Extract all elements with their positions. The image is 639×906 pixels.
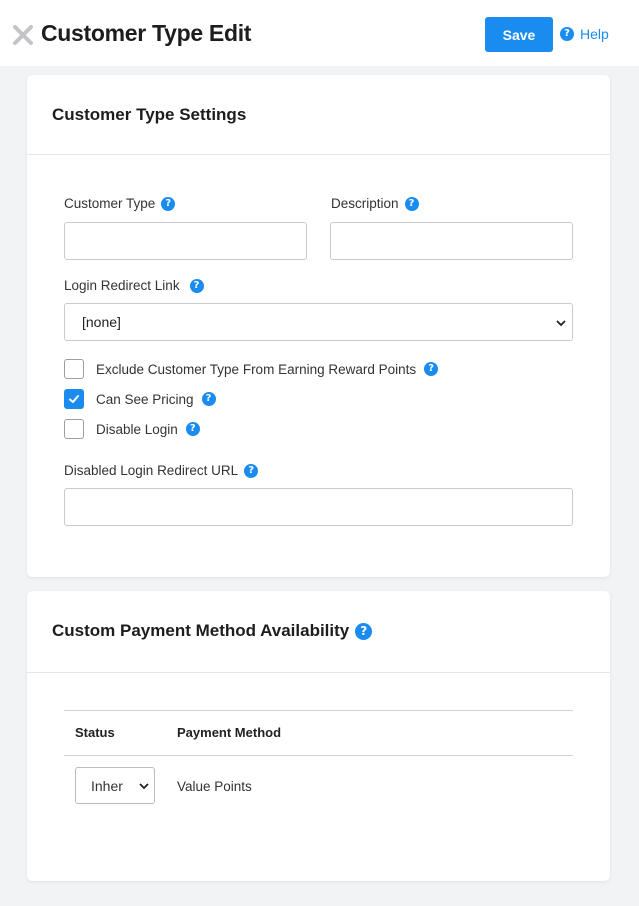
disable-login-checkbox[interactable] bbox=[64, 419, 84, 439]
status-select[interactable]: Inher bbox=[75, 767, 155, 804]
help-icon[interactable]: ? bbox=[185, 422, 200, 436]
payment-method-name: Value Points bbox=[177, 779, 252, 794]
close-icon[interactable] bbox=[12, 24, 34, 46]
help-icon: ? bbox=[560, 27, 574, 41]
exclude-reward-points-checkbox[interactable] bbox=[64, 359, 84, 379]
help-icon[interactable]: ? bbox=[189, 278, 204, 293]
check-icon bbox=[69, 395, 79, 403]
card-divider bbox=[27, 154, 610, 155]
table-header-border bbox=[64, 755, 573, 756]
description-input[interactable] bbox=[330, 222, 573, 260]
help-link[interactable]: ? Help bbox=[560, 26, 609, 42]
disabled-login-redirect-label: Disabled Login Redirect URL ? bbox=[64, 463, 259, 478]
chevron-down-icon bbox=[556, 320, 566, 327]
customer-type-settings-card: Customer Type Settings Customer Type ? D… bbox=[27, 75, 610, 577]
can-see-pricing-row[interactable]: Can See Pricing ? bbox=[64, 389, 216, 409]
status-column-header: Status bbox=[75, 725, 115, 740]
help-icon[interactable]: ? bbox=[244, 463, 259, 478]
disabled-login-redirect-input[interactable] bbox=[64, 488, 573, 526]
payment-method-column-header: Payment Method bbox=[177, 725, 282, 740]
help-icon[interactable]: ? bbox=[201, 392, 216, 406]
exclude-reward-points-row[interactable]: Exclude Customer Type From Earning Rewar… bbox=[64, 359, 439, 379]
payment-method-card: Custom Payment Method Availability ? Sta… bbox=[27, 591, 610, 881]
login-redirect-select[interactable]: [none] bbox=[64, 303, 573, 341]
page-title: Customer Type Edit bbox=[41, 20, 252, 46]
customer-type-label: Customer Type ? bbox=[64, 196, 176, 211]
help-icon[interactable]: ? bbox=[355, 622, 373, 640]
description-label: Description ? bbox=[331, 196, 419, 211]
customer-type-input[interactable] bbox=[64, 222, 307, 260]
save-button[interactable]: Save bbox=[485, 17, 553, 52]
top-bar: Customer Type Edit Save ? Help bbox=[0, 0, 639, 66]
settings-card-title: Customer Type Settings bbox=[52, 105, 247, 124]
help-icon[interactable]: ? bbox=[161, 196, 176, 211]
can-see-pricing-checkbox[interactable] bbox=[64, 389, 84, 409]
table-top-border bbox=[64, 710, 573, 711]
card-divider bbox=[27, 672, 610, 673]
disable-login-row[interactable]: Disable Login ? bbox=[64, 419, 200, 439]
help-label: Help bbox=[580, 26, 609, 42]
help-icon[interactable]: ? bbox=[424, 362, 439, 376]
payment-card-title: Custom Payment Method Availability ? bbox=[52, 621, 373, 641]
chevron-down-icon bbox=[139, 783, 149, 790]
login-redirect-label: Login Redirect Link ? bbox=[64, 278, 204, 293]
help-icon[interactable]: ? bbox=[404, 196, 419, 211]
